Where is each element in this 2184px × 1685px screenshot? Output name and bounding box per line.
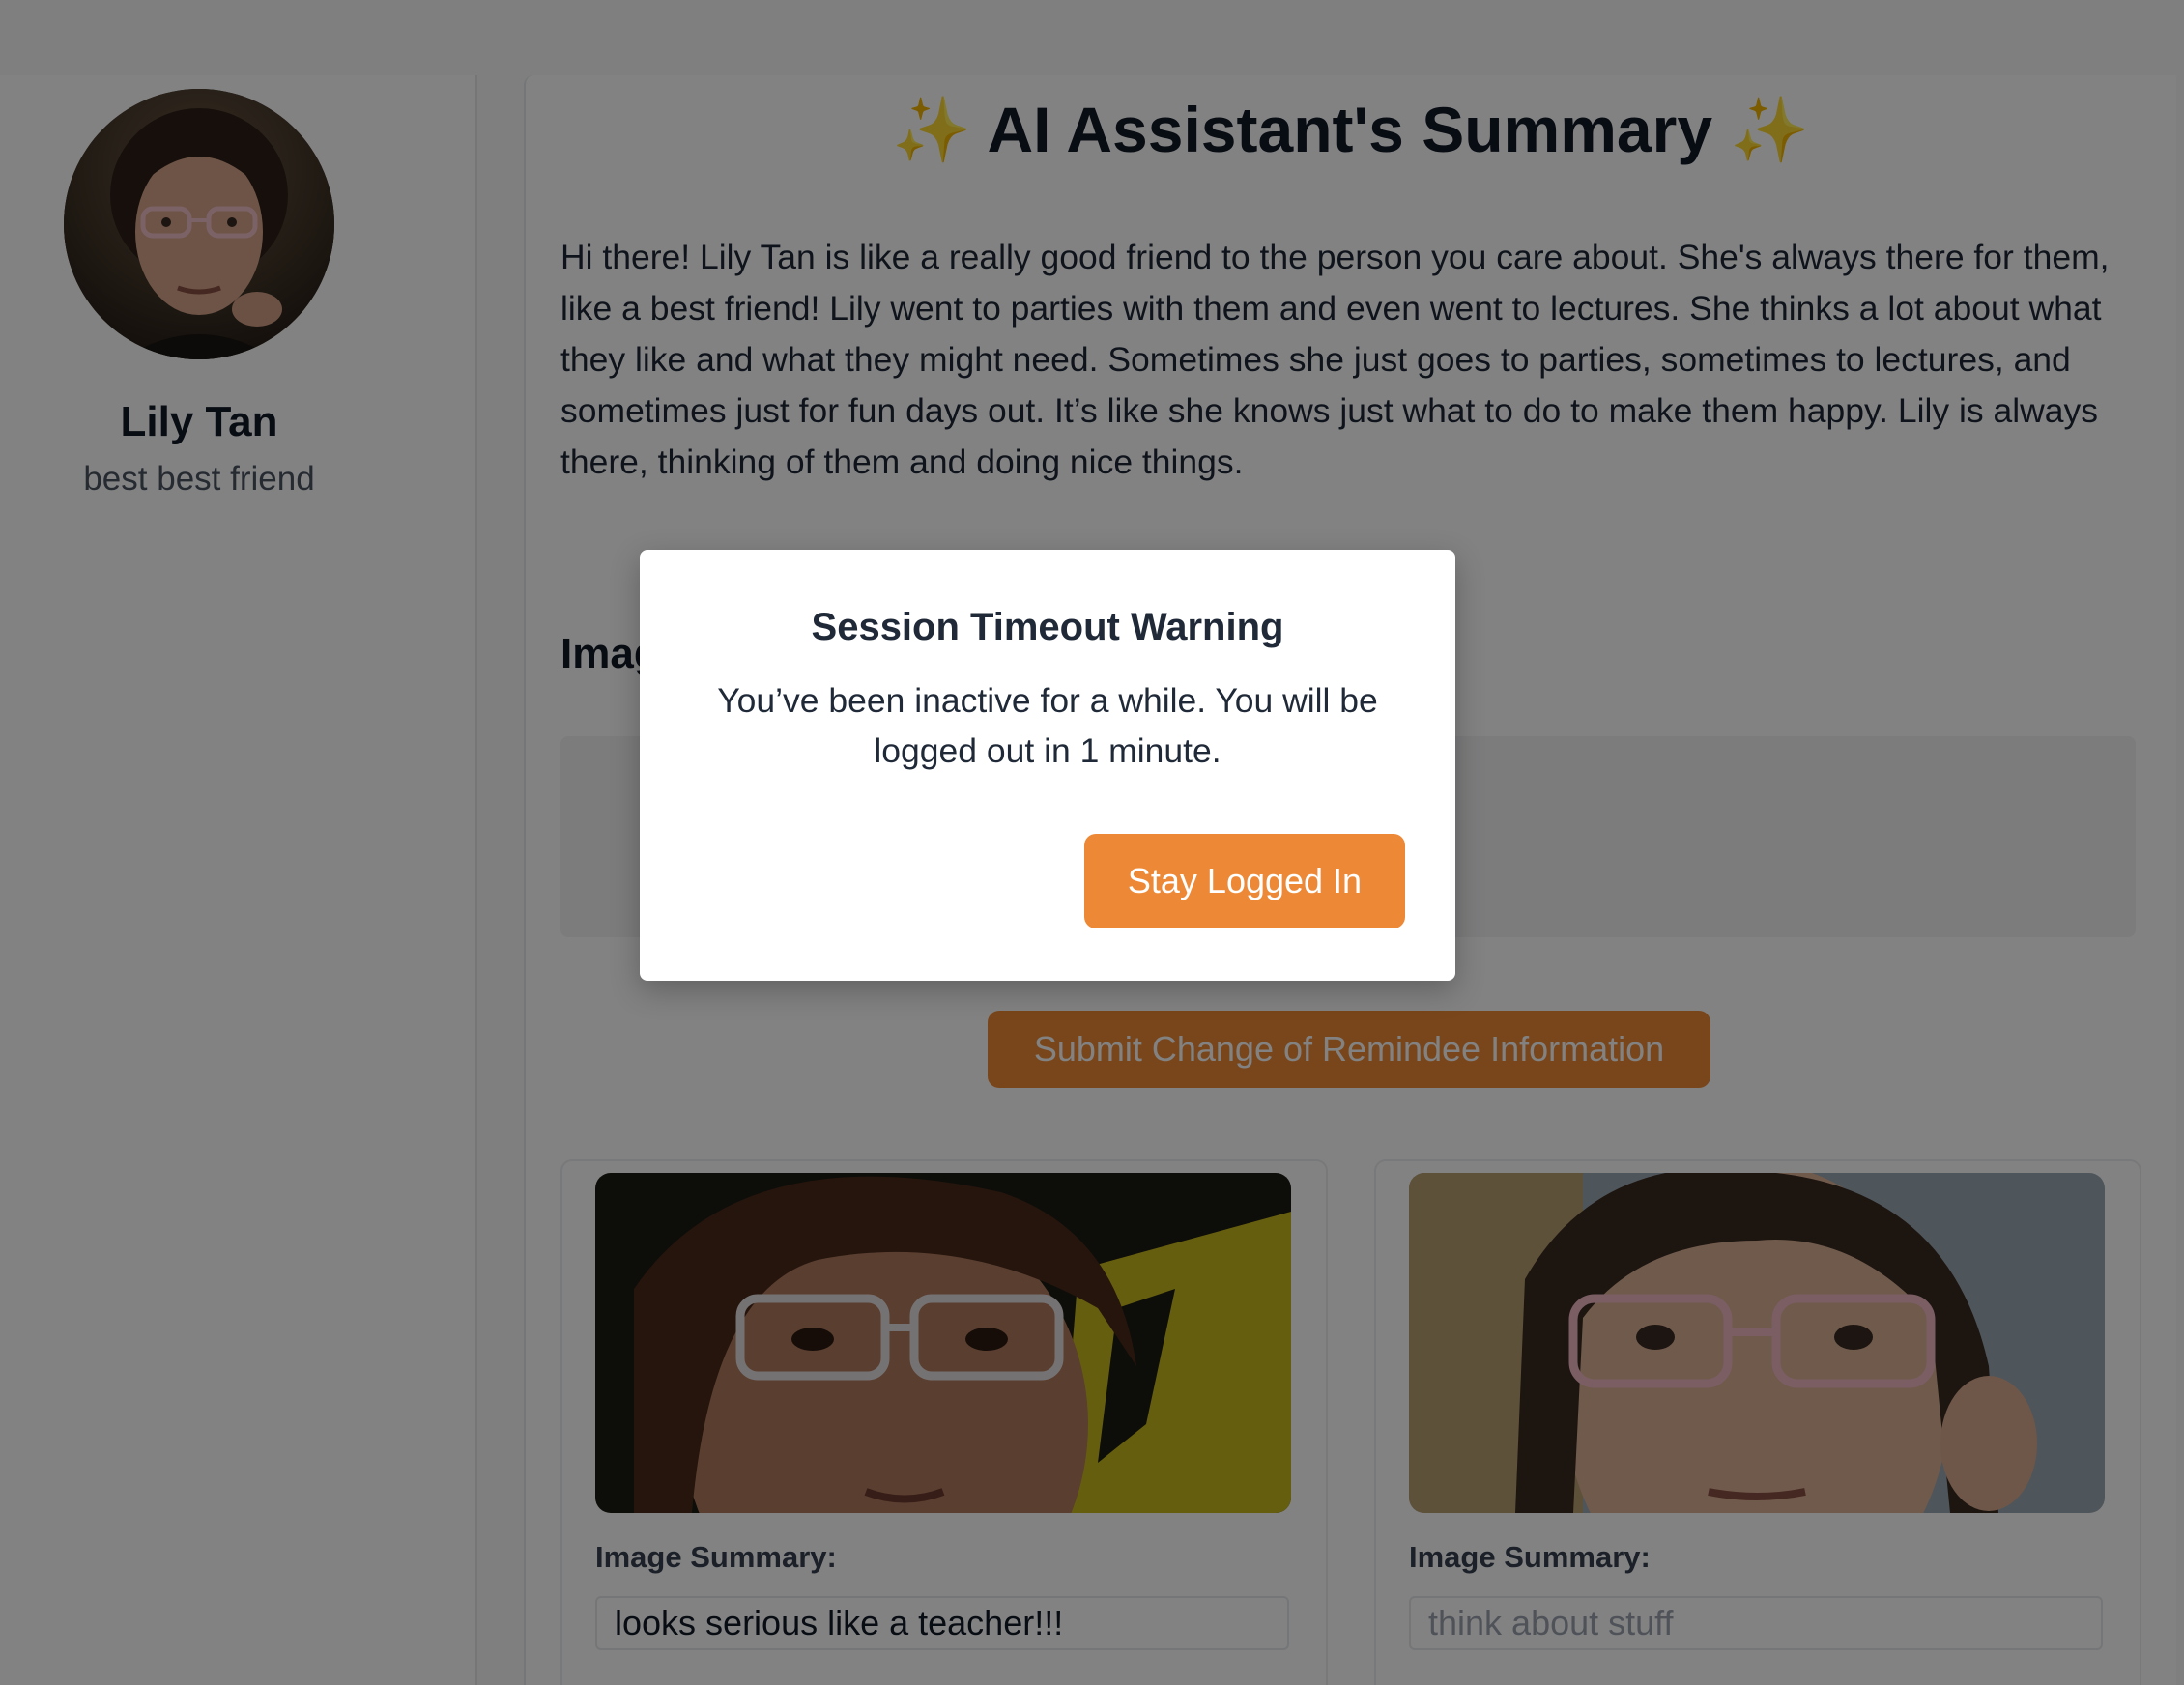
page: Lily Tan best best friend ✨ AI Assistant… (0, 0, 2184, 1685)
stay-logged-in-button[interactable]: Stay Logged In (1084, 834, 1405, 928)
modal-title: Session Timeout Warning (811, 606, 1284, 648)
modal-message: You’ve been inactive for a while. You wi… (717, 681, 1378, 770)
session-timeout-modal: Session Timeout Warning You’ve been inac… (640, 550, 1455, 981)
